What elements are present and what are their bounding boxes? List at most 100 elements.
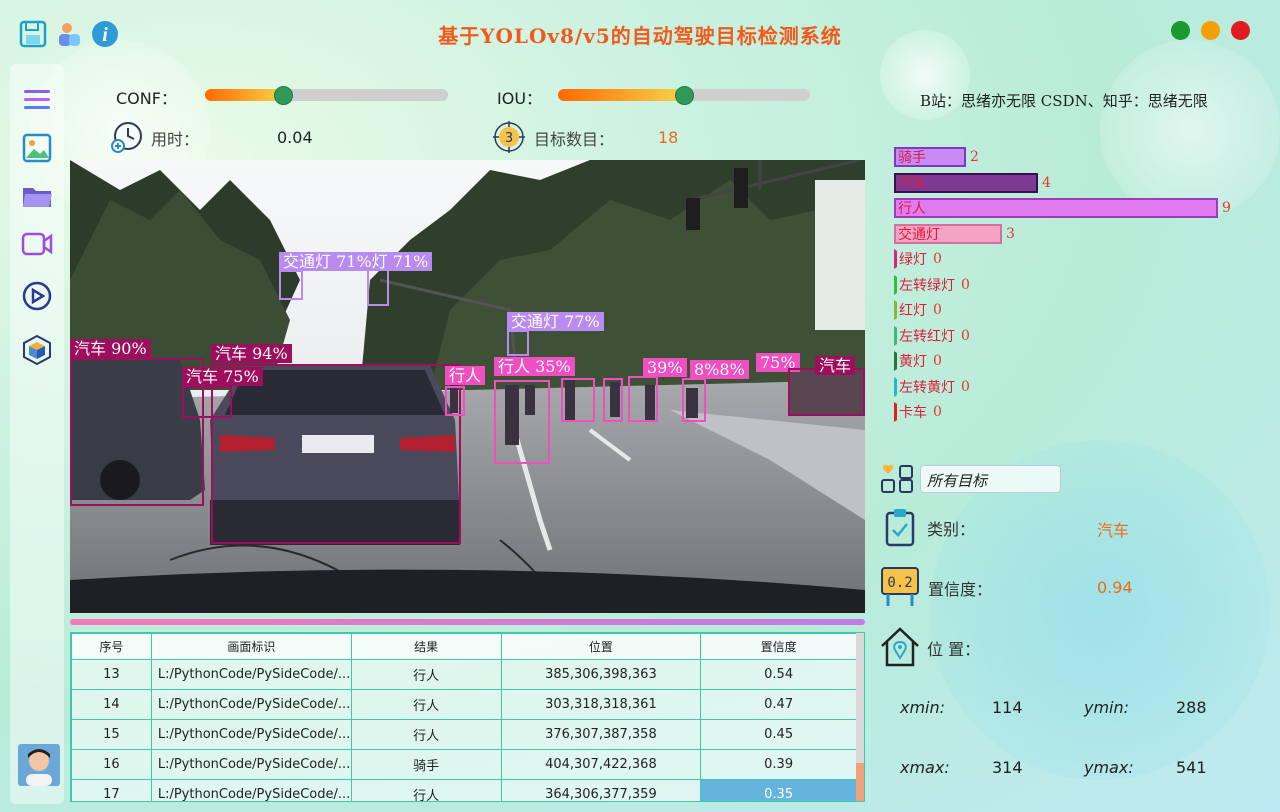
iou-label: IOU： — [497, 89, 543, 108]
class-name: 绿灯 — [899, 252, 927, 268]
conf-slider-handle[interactable] — [273, 86, 293, 105]
table-cell: 0.54 — [700, 659, 857, 690]
table-cell: 376,307,387,358 — [500, 719, 702, 750]
table-cell: L:/PythonCode/PySideCode/... — [150, 749, 352, 780]
table-cell: 14 — [71, 689, 152, 720]
table-cell: 404,307,422,368 — [500, 749, 702, 780]
table-header-row: 序号 画面标识 结果 位置 置信度 — [71, 633, 857, 660]
class-bar: 交通灯 — [894, 223, 1002, 244]
image-icon[interactable] — [21, 132, 53, 164]
table-cell: 16 — [71, 749, 152, 780]
detection-box — [494, 380, 550, 464]
class-bar: 左转红灯 — [894, 325, 957, 346]
class-name: 交通灯 — [898, 226, 940, 243]
target-count-icon: 3 — [493, 121, 525, 153]
svg-text:0.2: 0.2 — [887, 575, 912, 591]
target-filter-select[interactable]: 所有目标 — [920, 465, 1061, 493]
detection-label: 行人 35% — [494, 357, 575, 376]
model-cube-icon[interactable] — [21, 334, 53, 366]
class-bar-row: 交通灯 3 — [894, 223, 1015, 244]
table-cell-selected: 0.35 — [700, 779, 857, 801]
class-name: 汽车 — [898, 175, 926, 192]
table-cell: 17 — [71, 779, 152, 801]
class-count: 2 — [970, 149, 979, 165]
class-bar-row: 骑手 2 — [894, 147, 979, 167]
class-bar: 红灯 — [894, 300, 929, 320]
detection-box — [182, 386, 232, 418]
class-name: 卡车 — [899, 405, 927, 421]
menu-icon[interactable] — [21, 84, 53, 116]
table-cell: 行人 — [350, 719, 502, 750]
table-cell: L:/PythonCode/PySideCode/... — [150, 659, 352, 690]
column-header[interactable]: 序号 — [71, 633, 152, 660]
results-table[interactable]: 序号 画面标识 结果 位置 置信度 13 L:/PythonCode/PySid… — [70, 632, 865, 802]
maximize-button[interactable] — [1201, 21, 1220, 40]
column-header[interactable]: 位置 — [500, 633, 702, 660]
minimize-button[interactable] — [1171, 21, 1190, 40]
table-cell: 骑手 — [350, 749, 502, 780]
class-name: 左转黄灯 — [899, 379, 955, 396]
column-header[interactable]: 置信度 — [700, 633, 857, 660]
table-cell: 303,318,318,361 — [500, 689, 702, 720]
class-bar: 黄灯 — [894, 351, 929, 371]
table-row[interactable]: 16 L:/PythonCode/PySideCode/... 骑手 404,3… — [71, 749, 857, 780]
detection-label: 汽车 — [815, 356, 856, 375]
folder-icon[interactable] — [21, 180, 53, 212]
detection-label: 汽车 94% — [211, 344, 292, 363]
scroll-thumb[interactable] — [856, 763, 864, 801]
close-button[interactable] — [1231, 21, 1250, 40]
column-header[interactable]: 结果 — [350, 633, 502, 660]
video-icon[interactable] — [21, 228, 53, 260]
class-count: 0 — [961, 327, 970, 344]
detection-box — [367, 268, 389, 306]
table-cell: L:/PythonCode/PySideCode/... — [150, 689, 352, 720]
table-row[interactable]: 15 L:/PythonCode/PySideCode/... 行人 376,3… — [71, 719, 857, 750]
detection-box — [561, 378, 595, 422]
avatar[interactable] — [18, 744, 60, 786]
iou-slider-handle[interactable] — [675, 86, 694, 105]
table-cell: 行人 — [350, 659, 502, 690]
table-cell: 13 — [71, 659, 152, 690]
table-cell: 0.45 — [700, 719, 857, 750]
table-row[interactable]: 14 L:/PythonCode/PySideCode/... 行人 303,3… — [71, 689, 857, 720]
table-scrollbar[interactable] — [856, 633, 864, 801]
class-count: 4 — [1042, 174, 1051, 191]
class-label: 类别： — [927, 520, 976, 539]
position-label: 位 置： — [927, 640, 981, 659]
class-count: 0 — [933, 302, 942, 318]
detection-label: 行人 — [445, 366, 486, 385]
author-credit: B站：思绪亦无限 CSDN、知乎：思绪无限 — [920, 92, 1208, 110]
app-title: 基于YOLOv8/v5的自动驾驶目标检测系统 — [438, 24, 842, 48]
confidence-value: 0.94 — [1097, 578, 1133, 597]
detection-label: 8%8% — [690, 360, 749, 379]
table-row[interactable]: 17 L:/PythonCode/PySideCode/... 行人 364,3… — [71, 779, 857, 801]
class-name: 左转绿灯 — [899, 277, 955, 294]
play-icon[interactable] — [21, 280, 53, 312]
detection-image[interactable]: 汽车 90% 汽车 94% 汽车 75% 交通灯 71%灯 71% 交通灯 77… — [70, 160, 865, 613]
conf-slider-fill — [205, 89, 283, 101]
column-header[interactable]: 画面标识 — [150, 633, 352, 660]
detection-label: 汽车 90% — [70, 339, 151, 358]
class-bar-row: 黄灯 0 — [894, 351, 942, 371]
detection-label: 交通灯 71%灯 71% — [279, 252, 433, 271]
class-name: 骑手 — [898, 150, 926, 166]
table-cell: 385,306,398,363 — [500, 659, 702, 690]
class-bar-row: 左转红灯 0 — [894, 325, 970, 346]
table-cell: L:/PythonCode/PySideCode/... — [150, 779, 352, 801]
iou-slider-fill — [558, 89, 684, 101]
clock-icon — [111, 122, 142, 153]
ymin-label: ymin: — [1084, 698, 1130, 717]
table-row[interactable]: 13 L:/PythonCode/PySideCode/... 行人 385,3… — [71, 659, 857, 690]
class-bar-row: 行人 9 — [894, 198, 1231, 218]
table-cell: L:/PythonCode/PySideCode/... — [150, 719, 352, 750]
detection-box — [788, 368, 865, 416]
class-name: 行人 — [898, 201, 926, 217]
conf-slider[interactable] — [205, 89, 448, 101]
table-cell: 15 — [71, 719, 152, 750]
class-count: 3 — [1006, 225, 1015, 242]
class-bar-row: 卡车 0 — [894, 402, 942, 422]
detection-label: 39% — [643, 358, 687, 377]
ymax-label: ymax: — [1084, 758, 1134, 777]
clipboard-icon — [885, 509, 915, 547]
class-bar-row: 汽车 4 — [894, 172, 1051, 193]
